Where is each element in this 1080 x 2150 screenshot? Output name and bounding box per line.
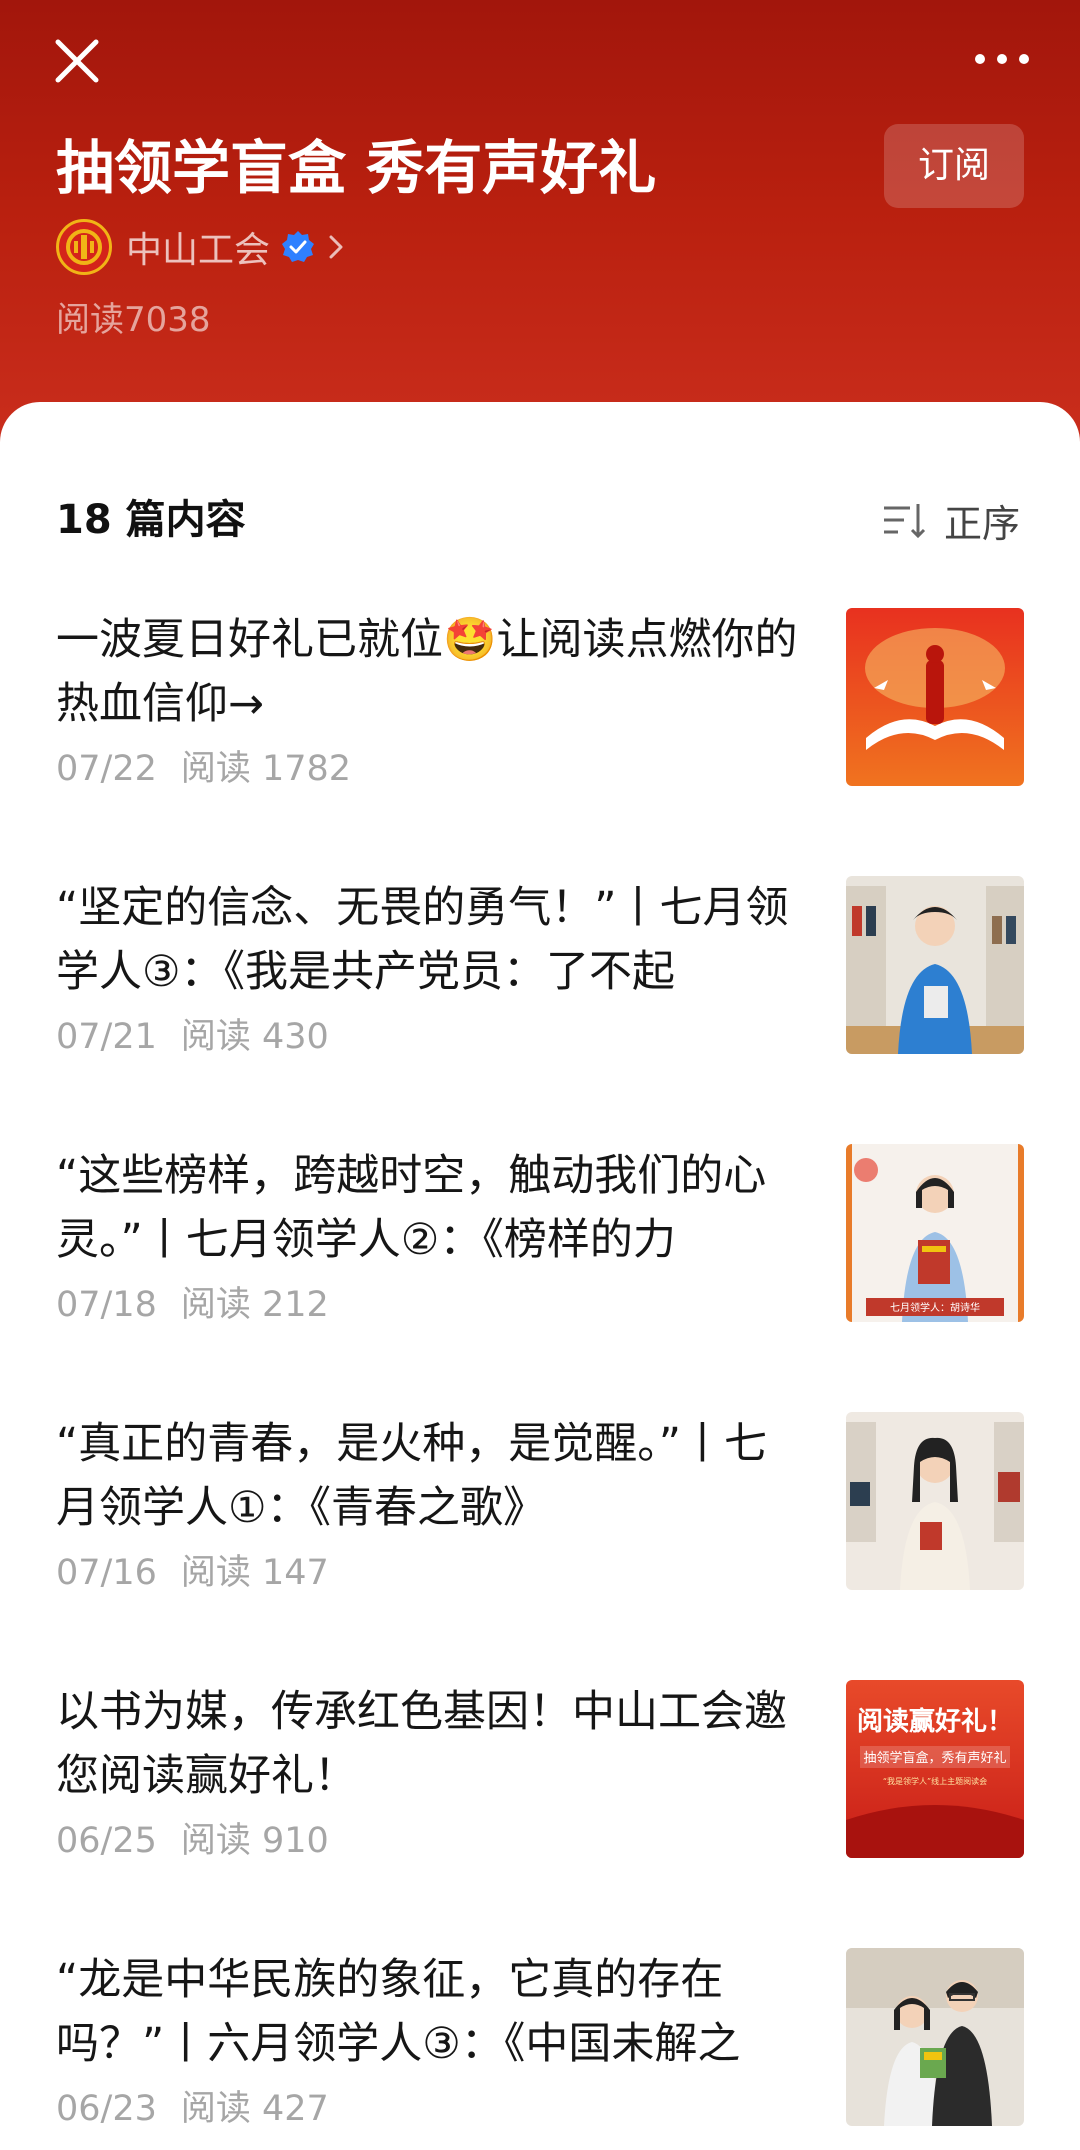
sort-label: 正序 xyxy=(944,501,1021,546)
article-list-sheet: 18 篇内容 正序 一波夏日好礼已就位🤩让阅读点燃你的热血信仰→ 07/22 阅读… xyxy=(0,402,1080,2150)
article-date: 06/23 xyxy=(56,2089,157,2129)
union-emblem-icon xyxy=(66,229,102,265)
more-icon[interactable] xyxy=(972,44,1032,74)
article-meta: 06/23 阅读 427 xyxy=(56,2080,329,2131)
close-icon[interactable] xyxy=(52,36,102,86)
article-thumbnail xyxy=(846,1948,1024,2126)
verified-badge-icon xyxy=(282,231,315,262)
thumbnail-caption: 七月领学人：胡诗华 xyxy=(890,1301,980,1314)
article-reads: 阅读 910 xyxy=(180,1821,329,1861)
article-thumbnail xyxy=(846,1412,1024,1590)
article-item[interactable]: 一波夏日好礼已就位🤩让阅读点燃你的热血信仰→ 07/22 阅读 1782 xyxy=(56,608,1024,791)
poster-subtitle: 抽领学盲盒，秀有声好礼 xyxy=(863,1750,1006,1766)
article-title: 一波夏日好礼已就位🤩让阅读点燃你的热血信仰→ xyxy=(56,615,798,729)
article-reads: 阅读 427 xyxy=(180,2089,329,2129)
article-meta: 07/21 阅读 430 xyxy=(56,1008,329,1059)
article-meta: 07/16 阅读 147 xyxy=(56,1544,329,1595)
article-meta: 06/25 阅读 910 xyxy=(56,1812,329,1863)
article-title: 以书为媒，传承红色基因！中山工会邀您阅读赢好礼！ xyxy=(56,1687,787,1801)
article-title: “坚定的信念、无畏的勇气！”丨七月领学人③：《我是共产党员：了不起 xyxy=(56,883,789,997)
account-link[interactable]: 中山工会 xyxy=(56,218,346,276)
article-date: 06/25 xyxy=(56,1821,157,1861)
sort-toggle-button[interactable]: 正序 xyxy=(882,490,1020,550)
article-item[interactable]: 以书为媒，传承红色基因！中山工会邀您阅读赢好礼！ 06/25 阅读 910 阅读赢… xyxy=(56,1680,1024,1863)
article-date: 07/16 xyxy=(56,1553,157,1593)
article-thumbnail xyxy=(846,608,1024,786)
article-reads: 阅读 1782 xyxy=(180,749,352,789)
article-meta: 07/18 阅读 212 xyxy=(56,1276,329,1327)
article-reads: 阅读 430 xyxy=(180,1017,329,1057)
union-logo-avatar xyxy=(56,219,112,275)
chevron-right-icon xyxy=(329,235,343,259)
article-title: “龙是中华民族的象征，它真的存在吗？”丨六月领学人③：《中国未解之 xyxy=(56,1955,741,2069)
article-item[interactable]: “这些榜样，跨越时空，触动我们的心灵。”丨七月领学人②：《榜样的力 07/18 阅… xyxy=(56,1144,1024,1327)
article-title: “这些榜样，跨越时空，触动我们的心灵。”丨七月领学人②：《榜样的力 xyxy=(56,1151,767,1265)
article-date: 07/22 xyxy=(56,749,157,789)
article-title: “真正的青春，是火种，是觉醒。”丨七月领学人①：《青春之歌》 xyxy=(56,1419,768,1533)
article-count: 18 篇内容 xyxy=(56,497,246,543)
article-item[interactable]: “真正的青春，是火种，是觉醒。”丨七月领学人①：《青春之歌》 07/16 阅读 1… xyxy=(56,1412,1024,1595)
article-reads: 阅读 147 xyxy=(180,1553,329,1593)
article-date: 07/18 xyxy=(56,1285,157,1325)
article-thumbnail: 七月领学人：胡诗华 xyxy=(846,1144,1024,1322)
poster-headline: 阅读赢好礼！ xyxy=(857,1706,1013,1737)
read-count: 阅读7038 xyxy=(56,300,211,340)
article-thumbnail xyxy=(846,876,1024,1054)
article-reads: 阅读 212 xyxy=(180,1285,329,1325)
album-title: 抽领学盲盒 秀有声好礼 xyxy=(56,134,657,202)
article-meta: 07/22 阅读 1782 xyxy=(56,740,351,791)
article-date: 07/21 xyxy=(56,1017,157,1057)
article-thumbnail: 阅读赢好礼！ 抽领学盲盒，秀有声好礼 “我是领学人”线上主题阅读会 xyxy=(846,1680,1024,1858)
album-header: 抽领学盲盒 秀有声好礼 订阅 中山工会 阅读7038 xyxy=(0,0,1080,470)
poster-tagline: “我是领学人”线上主题阅读会 xyxy=(883,1776,987,1786)
subscribe-button[interactable]: 订阅 xyxy=(884,124,1024,208)
article-item[interactable]: “坚定的信念、无畏的勇气！”丨七月领学人③：《我是共产党员：了不起 07/21 阅… xyxy=(56,876,1024,1059)
account-name: 中山工会 xyxy=(126,230,271,271)
sort-icon xyxy=(884,504,926,539)
article-item[interactable]: “龙是中华民族的象征，它真的存在吗？”丨六月领学人③：《中国未解之 06/23 阅… xyxy=(56,1948,1024,2131)
